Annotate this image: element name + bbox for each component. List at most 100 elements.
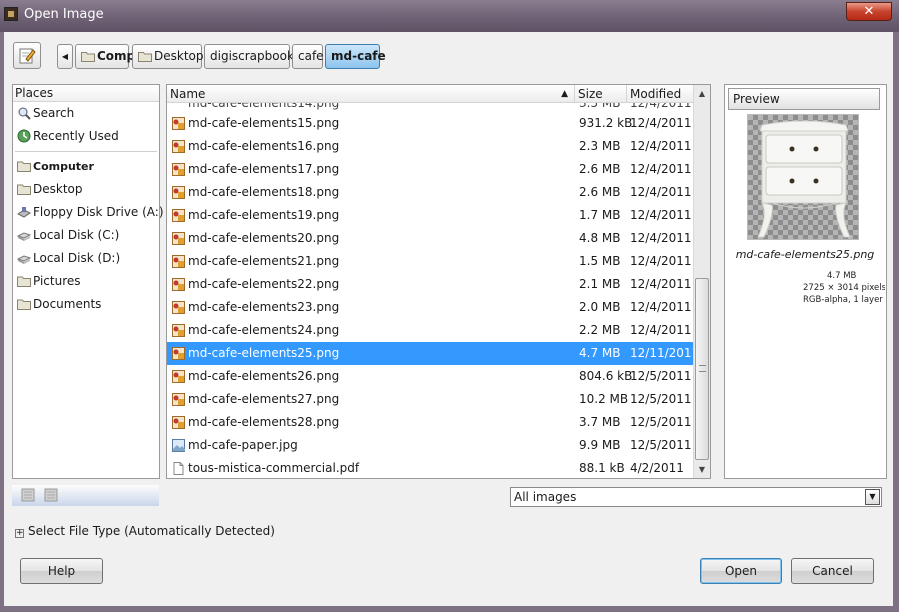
place-label: Pictures [33,274,81,288]
file-row[interactable]: md-cafe-elements21.png 1.5 MB 12/4/2011 [167,250,693,273]
help-button[interactable]: Help [20,558,103,584]
png-file-icon [172,370,185,383]
file-row[interactable]: md-cafe-elements26.png 804.6 kB 12/5/2011 [167,365,693,388]
place-item-search[interactable]: Search [13,102,159,125]
open-button[interactable]: Open [700,558,782,584]
select-file-type-expander[interactable]: + Select File Type (Automatically Detecte… [15,523,275,539]
add-bookmark-icon[interactable] [21,488,35,502]
file-filter-combo[interactable]: All images ▼ [510,487,882,507]
file-row[interactable]: md-cafe-elements15.png 931.2 kB 12/4/2011 [167,112,693,135]
expand-plus-icon: + [15,528,24,538]
file-row[interactable]: md-cafe-elements19.png 1.7 MB 12/4/2011 [167,204,693,227]
path-crumb-digiscrapbook[interactable]: digiscrapbook [204,44,294,69]
png-file-icon [172,232,185,245]
file-row[interactable]: md-cafe-elements27.png 10.2 MB 12/5/2011 [167,388,693,411]
file-row[interactable]: md-cafe-elements24.png 2.2 MB 12/4/2011 [167,319,693,342]
file-modified: 12/5/2011 [630,415,692,429]
folder-icon [138,52,152,62]
png-file-icon [172,416,185,429]
file-modified: 12/4/2011 [630,231,692,245]
file-modified: 12/4/2011 [630,323,692,337]
scroll-up-arrow[interactable]: ▲ [694,85,710,102]
file-size: 2.2 MB [579,323,621,337]
preview-button[interactable]: Preview [728,88,880,110]
place-item-floppy-disk-drive-a[interactable]: Floppy Disk Drive (A:) [13,201,164,224]
file-modified: 12/4/2011 [630,103,692,110]
png-file-icon [172,347,185,360]
file-name: tous-mistica-commercial.pdf [188,461,360,475]
path-crumb-label: cafe [298,49,324,63]
file-size: 1.5 MB [579,254,621,268]
file-row[interactable]: md-cafe-elements18.png 2.6 MB 12/4/2011 [167,181,693,204]
file-row[interactable]: md-cafe-elements28.png 3.7 MB 12/5/2011 [167,411,693,434]
file-name: md-cafe-elements18.png [188,185,340,199]
preview-size: 4.7 MB [827,271,857,281]
place-item-documents[interactable]: Documents [13,293,159,316]
preview-mode: RGB-alpha, 1 layer [803,295,883,305]
preview-pane: Preview md-cafe-elements25.png 4.7 MB 27… [724,84,887,479]
file-row-partial[interactable]: md-cafe-elements14.png 3.5 MB 12/4/2011 [167,103,693,112]
file-modified: 12/4/2011 [630,139,692,153]
path-crumb-desktop[interactable]: Desktop [132,44,204,69]
file-row[interactable]: md-cafe-elements22.png 2.1 MB 12/4/2011 [167,273,693,296]
window-border-bottom [0,606,899,612]
place-item-desktop[interactable]: Desktop [13,178,159,201]
place-item-recently-used[interactable]: Recently Used [13,125,159,148]
file-modified: 12/4/2011 [630,208,692,222]
file-row[interactable]: md-cafe-elements17.png 2.6 MB 12/4/2011 [167,158,693,181]
file-modified: 12/4/2011 [630,277,692,291]
path-crumb-cafe[interactable]: cafe [292,44,324,69]
place-item-local-disk-d[interactable]: Local Disk (D:) [13,247,159,270]
file-size: 3.7 MB [579,415,621,429]
file-row-selected[interactable]: md-cafe-elements25.png 4.7 MB 12/11/2011 [167,342,699,365]
file-row[interactable]: md-cafe-paper.jpg 9.9 MB 12/5/2011 [167,434,693,457]
file-list-scrollbar[interactable]: ▲ ▼ [693,85,710,478]
path-crumb-label: Comp [97,49,136,63]
column-header-size[interactable]: Size [575,85,627,103]
file-size: 2.0 MB [579,300,621,314]
path-scroll-left-button[interactable]: ◀ [57,44,73,69]
place-item-computer[interactable]: Computer [13,155,159,178]
file-row[interactable]: tous-mistica-commercial.pdf 88.1 kB 4/2/20… [167,457,693,478]
dropdown-arrow-icon[interactable]: ▼ [865,489,880,505]
file-list: Name ▲ Size Modified md-cafe-elements14.… [166,84,711,479]
places-separator [15,151,157,152]
file-name: md-cafe-paper.jpg [188,438,298,452]
scroll-down-arrow[interactable]: ▼ [694,461,710,478]
file-name: md-cafe-elements15.png [188,116,340,130]
column-header-name[interactable]: Name ▲ [167,85,575,103]
preview-thumbnail[interactable] [747,114,859,240]
places-header[interactable]: Places [13,85,159,102]
place-item-local-disk-c[interactable]: Local Disk (C:) [13,224,159,247]
place-label: Recently Used [33,129,119,143]
png-file-icon [172,140,185,153]
place-item-pictures[interactable]: Pictures [13,270,159,293]
file-size: 3.5 MB [579,103,621,110]
file-row[interactable]: md-cafe-elements23.png 2.0 MB 12/4/2011 [167,296,693,319]
file-filter-value: All images [514,490,577,504]
file-modified: 12/4/2011 [630,300,692,314]
preview-info: 4.7 MB 2725 × 3014 pixels RGB-alpha, 1 l… [803,270,885,306]
file-modified: 12/4/2011 [630,116,692,130]
type-location-button[interactable] [13,42,41,69]
column-header-modified[interactable]: Modified [627,85,693,103]
file-name: md-cafe-elements25.png [188,346,340,360]
path-crumb-md-cafe[interactable]: md-cafe [325,44,386,69]
file-row[interactable]: md-cafe-elements20.png 4.8 MB 12/4/2011 [167,227,693,250]
remove-bookmark-icon[interactable] [44,488,58,502]
path-crumb-label: digiscrapbook [210,49,294,63]
app-icon [4,7,18,21]
file-size: 4.7 MB [579,346,621,360]
file-name: md-cafe-elements26.png [188,369,340,383]
file-size: 10.2 MB [579,392,629,406]
file-row[interactable]: md-cafe-elements16.png 2.3 MB 12/4/2011 [167,135,693,158]
scroll-thumb[interactable] [695,278,709,460]
file-modified: 12/4/2011 [630,162,692,176]
path-crumb-comp[interactable]: Comp [75,44,135,69]
file-name: md-cafe-elements21.png [188,254,340,268]
computer-icon [17,161,31,172]
disk-icon [17,255,31,264]
close-button[interactable]: ✕ [846,2,892,21]
file-name: md-cafe-elements14.png [188,103,340,110]
cancel-button[interactable]: Cancel [791,558,874,584]
